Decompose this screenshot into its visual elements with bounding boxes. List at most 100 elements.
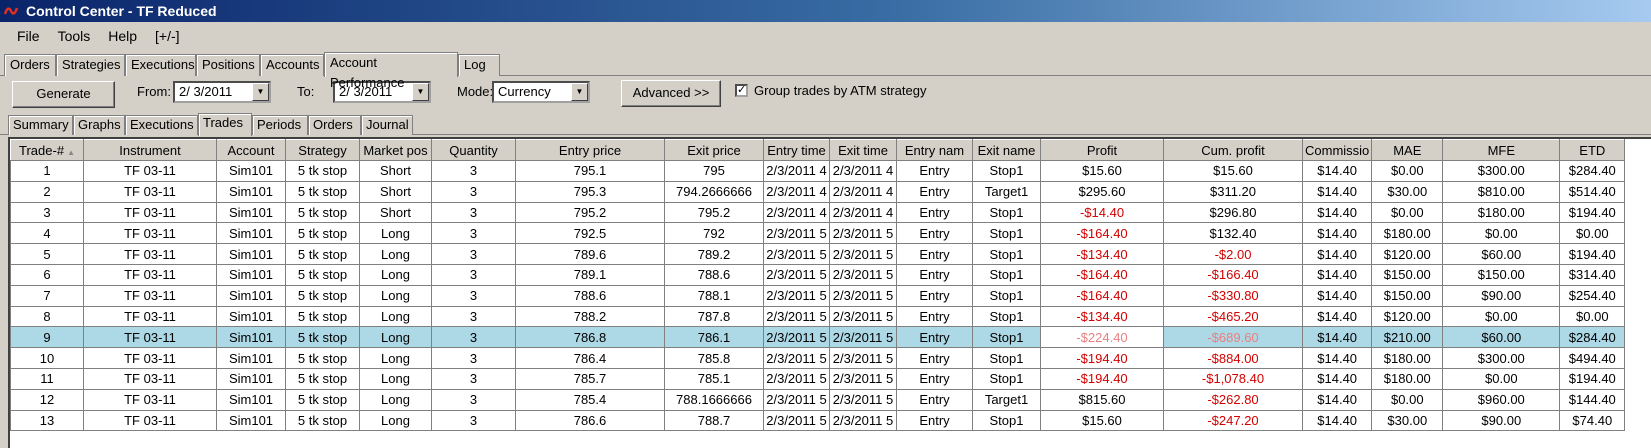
tab-orders-sub[interactable]: Orders xyxy=(308,115,361,135)
table-cell: Long xyxy=(359,243,432,265)
table-cell: 2/3/2011 4 xyxy=(829,201,897,224)
tab-trades[interactable]: Trades xyxy=(198,113,252,136)
table-cell: 785.8 xyxy=(664,347,764,369)
table-cell: $132.40 xyxy=(1163,222,1303,245)
table-row[interactable]: 5 TF 03-11 Sim101 5 tk stop Long 3 789.6 789.2 2… xyxy=(10,243,1626,265)
table-cell: 2/3/2011 5 xyxy=(829,388,897,411)
table-cell: $60.00 xyxy=(1442,243,1561,265)
table-cell: TF 03-11 xyxy=(83,263,217,286)
table-cell: 785.7 xyxy=(515,367,665,390)
tab-graphs[interactable]: Graphs xyxy=(73,115,125,135)
trades-grid[interactable]: Trade-# ▲ Instrument Account Strategy Market … xyxy=(8,137,1651,448)
table-cell: 2/3/2011 4 xyxy=(829,180,897,203)
table-row[interactable]: 12 TF 03-11 Sim101 5 tk stop Long 3 785.4 788.1… xyxy=(10,388,1626,411)
table-row[interactable]: 10 TF 03-11 Sim101 5 tk stop Long 3 786.4 785.8… xyxy=(10,347,1626,369)
table-cell: Stop1 xyxy=(972,201,1041,224)
column-header[interactable]: Entry nam xyxy=(896,139,973,161)
column-header[interactable]: Exit time xyxy=(829,139,897,161)
table-row[interactable]: 8 TF 03-11 Sim101 5 tk stop Long 3 788.2 787.8 2… xyxy=(10,305,1626,328)
table-cell: $180.00 xyxy=(1371,222,1444,245)
table-cell: $0.00 xyxy=(1559,222,1626,245)
menu-bar: File Tools Help [+/-] xyxy=(0,23,1651,48)
table-cell: 3 xyxy=(431,243,516,265)
table-cell: 11 xyxy=(10,367,84,390)
tab-periods[interactable]: Periods xyxy=(252,115,308,135)
column-header[interactable]: ETD xyxy=(1559,139,1626,161)
advanced-button[interactable]: Advanced >> xyxy=(621,80,721,107)
column-header[interactable]: Commissio xyxy=(1301,139,1373,161)
table-cell: $14.40 xyxy=(1301,243,1373,265)
tab-executions[interactable]: Executions xyxy=(125,54,196,76)
chevron-down-icon[interactable]: ▼ xyxy=(412,83,429,101)
mode-select[interactable]: Currency ▼ xyxy=(492,81,590,103)
tab-account-performance[interactable]: Account Performance xyxy=(324,52,458,90)
group-trades-checkbox[interactable]: ✓ xyxy=(735,84,748,97)
table-row[interactable]: 13 TF 03-11 Sim101 5 tk stop Long 3 786.6 788.7… xyxy=(10,409,1626,432)
tab-accounts[interactable]: Accounts xyxy=(260,54,324,76)
table-cell: 2/3/2011 4 xyxy=(763,180,830,203)
table-cell: Sim101 xyxy=(216,201,286,224)
table-cell: 2/3/2011 5 xyxy=(763,388,830,411)
table-cell: 786.8 xyxy=(515,326,665,349)
column-header[interactable]: Trade-# ▲ xyxy=(10,139,84,161)
table-cell: Short xyxy=(359,201,432,224)
chevron-down-icon[interactable]: ▼ xyxy=(252,83,269,101)
table-cell: $210.00 xyxy=(1371,326,1444,349)
app-logo-icon xyxy=(4,3,20,19)
column-header[interactable]: Exit price xyxy=(664,139,764,161)
table-row[interactable]: 9 TF 03-11 Sim101 5 tk stop Long 3 786.8 786.1 2… xyxy=(10,326,1626,349)
column-header-label: Cum. profit xyxy=(1201,142,1265,158)
chevron-down-icon[interactable]: ▼ xyxy=(571,83,588,101)
table-cell: 5 tk stop xyxy=(285,388,360,411)
table-cell: Long xyxy=(359,222,432,245)
table-cell: 788.7 xyxy=(664,409,764,432)
table-cell: $300.00 xyxy=(1442,347,1561,369)
column-header[interactable]: Exit name xyxy=(972,139,1041,161)
column-header[interactable]: Account xyxy=(216,139,286,161)
column-header[interactable]: MAE xyxy=(1371,139,1444,161)
column-header[interactable]: Entry time xyxy=(763,139,830,161)
table-row[interactable]: 3 TF 03-11 Sim101 5 tk stop Short 3 795.2 795.2… xyxy=(10,201,1626,224)
column-header[interactable]: Market pos xyxy=(359,139,432,161)
tab-strategies[interactable]: Strategies xyxy=(56,54,125,76)
tab-executions-sub[interactable]: Executions xyxy=(125,115,198,135)
column-header[interactable]: Quantity xyxy=(431,139,516,161)
table-cell: $0.00 xyxy=(1442,367,1561,390)
table-row[interactable]: 2 TF 03-11 Sim101 5 tk stop Short 3 795.3 794.2… xyxy=(10,180,1626,203)
tab-summary[interactable]: Summary xyxy=(8,115,73,135)
table-cell: 2/3/2011 5 xyxy=(763,263,830,286)
menu-file[interactable]: File xyxy=(8,26,49,46)
table-cell: $150.00 xyxy=(1371,284,1444,307)
table-cell: 785.1 xyxy=(664,367,764,390)
column-header[interactable]: Profit xyxy=(1040,139,1164,161)
table-row[interactable]: 6 TF 03-11 Sim101 5 tk stop Long 3 789.1 788.6 2… xyxy=(10,263,1626,286)
generate-button[interactable]: Generate xyxy=(12,81,115,108)
menu-tools[interactable]: Tools xyxy=(49,26,100,46)
table-row[interactable]: 7 TF 03-11 Sim101 5 tk stop Long 3 788.6 788.1 2… xyxy=(10,284,1626,307)
menu-toggle[interactable]: [+/-] xyxy=(146,26,189,46)
column-header[interactable]: Cum. profit xyxy=(1163,139,1303,161)
tab-positions[interactable]: Positions xyxy=(196,54,260,76)
column-header[interactable]: Instrument xyxy=(83,139,217,161)
table-cell: Stop1 xyxy=(972,409,1041,432)
from-date-picker[interactable]: 2/ 3/2011 ▼ xyxy=(173,81,271,103)
table-cell: $74.40 xyxy=(1559,409,1626,432)
column-header[interactable]: Strategy xyxy=(285,139,360,161)
table-row[interactable]: 11 TF 03-11 Sim101 5 tk stop Long 3 785.7 785.1… xyxy=(10,367,1626,390)
table-cell: 2/3/2011 4 xyxy=(763,160,830,182)
table-cell: $90.00 xyxy=(1442,284,1561,307)
tab-log[interactable]: Log xyxy=(458,54,500,76)
table-cell: $90.00 xyxy=(1442,409,1561,432)
column-header[interactable]: Entry price xyxy=(515,139,665,161)
column-header[interactable]: MFE xyxy=(1442,139,1561,161)
tab-journal[interactable]: Journal xyxy=(361,115,413,135)
table-row[interactable]: 1 TF 03-11 Sim101 5 tk stop Short 3 795.1 795 2/… xyxy=(10,160,1626,182)
table-cell: 2/3/2011 5 xyxy=(829,347,897,369)
table-row[interactable]: 4 TF 03-11 Sim101 5 tk stop Long 3 792.5 792 2/3… xyxy=(10,222,1626,245)
table-cell: 795.3 xyxy=(515,180,665,203)
table-cell: 786.4 xyxy=(515,347,665,369)
table-cell: $194.40 xyxy=(1559,243,1626,265)
table-cell: Sim101 xyxy=(216,284,286,307)
tab-orders[interactable]: Orders xyxy=(4,54,56,76)
menu-help[interactable]: Help xyxy=(99,26,146,46)
